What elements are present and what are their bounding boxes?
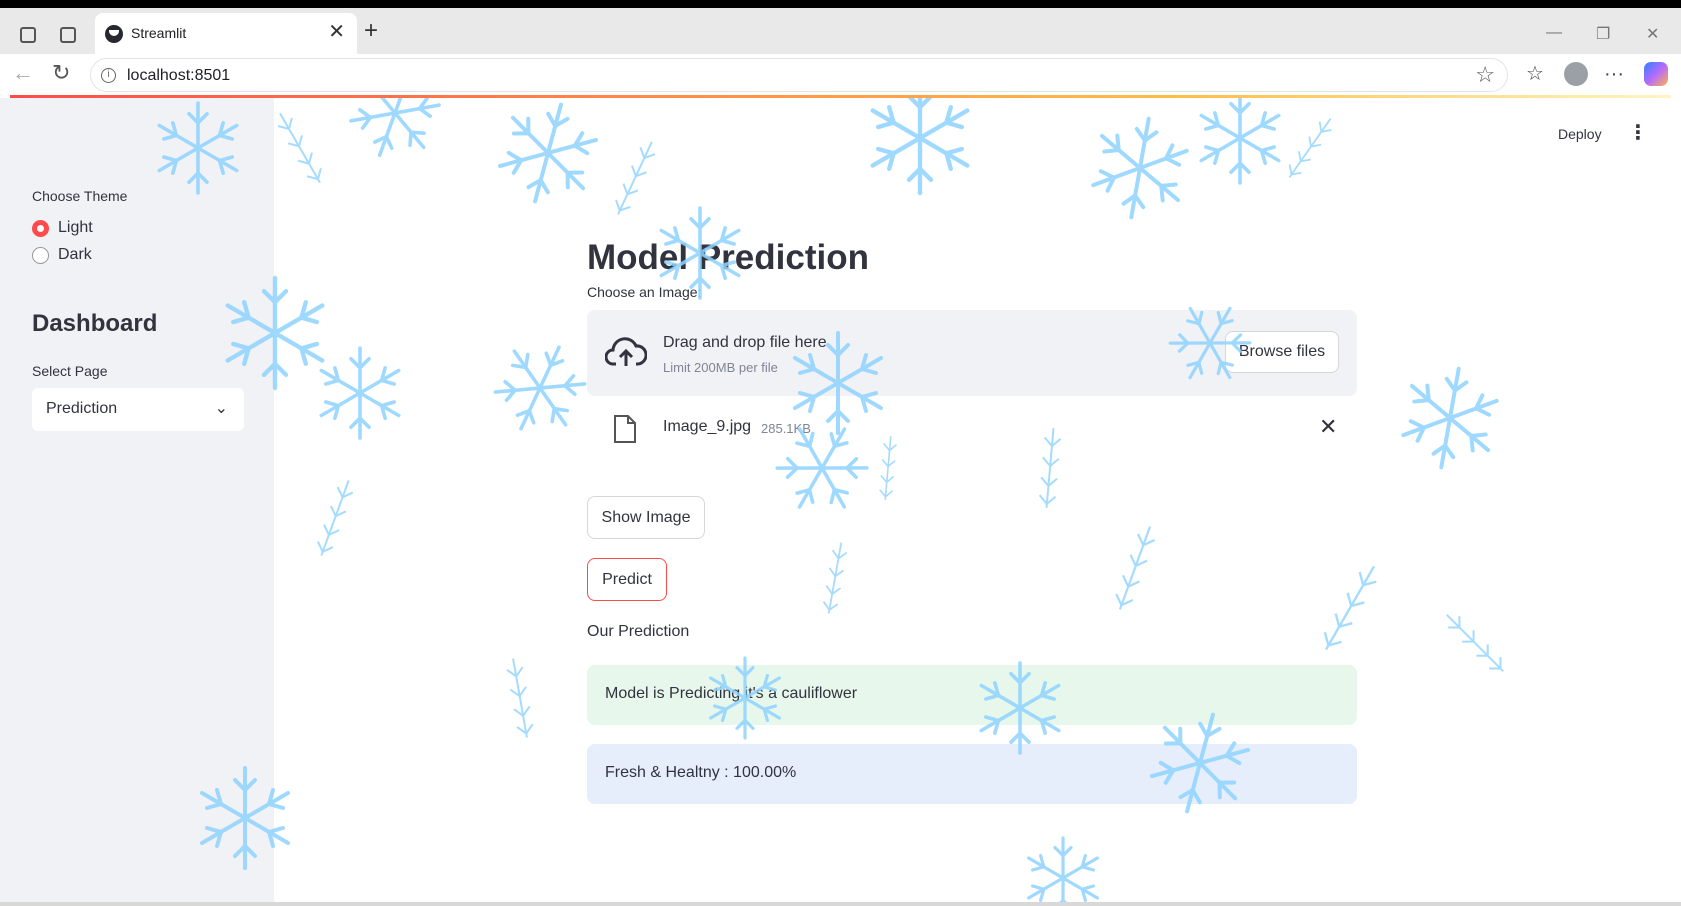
radio-dark-label[interactable]: Dark — [58, 246, 92, 264]
window-top-border — [0, 0, 1681, 8]
uploaded-file-row: Image_9.jpg 285.1KB ✕ — [587, 410, 1357, 450]
radio-light[interactable] — [32, 220, 49, 237]
radio-light-label[interactable]: Light — [58, 219, 93, 237]
more-menu-icon[interactable]: ··· — [1604, 64, 1624, 84]
profile-avatar[interactable] — [1564, 62, 1588, 86]
success-alert: Model is Predicting it's a cauliflower — [587, 665, 1357, 725]
show-image-button[interactable]: Show Image — [587, 496, 705, 539]
address-bar: ← ↻ i localhost:8501 ☆ ☆ ··· — [0, 54, 1681, 96]
chevron-down-icon: ⌄ — [214, 400, 228, 417]
sidebar-heading: Dashboard — [32, 310, 158, 337]
workspaces-icon[interactable] — [20, 27, 36, 43]
dropzone-instruction: Drag and drop file here — [663, 334, 827, 351]
url-field[interactable]: i localhost:8501 ☆ — [90, 58, 1508, 92]
back-icon[interactable]: ← — [12, 62, 34, 84]
info-alert: Fresh & Healtny : 100.00% — [587, 744, 1357, 804]
app-container: Choose Theme Light Dark Dashboard Select… — [0, 98, 1681, 906]
prediction-heading: Our Prediction — [587, 623, 690, 640]
uploader-label: Choose an Image: — [587, 284, 702, 300]
deploy-button[interactable]: Deploy — [1558, 126, 1602, 142]
dropzone-limit: Limit 200MB per file — [663, 360, 778, 375]
page-select-value: Prediction — [46, 400, 118, 417]
minimize-icon[interactable]: — — [1546, 24, 1562, 42]
browser-tab[interactable]: Streamlit ✕ — [95, 13, 357, 54]
page-title: Model Prediction — [587, 238, 869, 277]
favorites-icon[interactable]: ☆ — [1526, 64, 1544, 84]
window-bottom-border — [0, 902, 1681, 906]
sidebar: Choose Theme Light Dark Dashboard Select… — [0, 98, 274, 906]
file-icon — [614, 415, 636, 443]
vertical-tabs-icon[interactable] — [60, 27, 76, 43]
close-window-icon[interactable]: ✕ — [1646, 24, 1659, 44]
file-dropzone[interactable]: Drag and drop file here Limit 200MB per … — [587, 310, 1357, 396]
streamlit-favicon-icon — [105, 25, 123, 43]
page-select[interactable]: Prediction ⌄ — [32, 388, 244, 431]
predict-button[interactable]: Predict — [587, 558, 667, 601]
refresh-icon[interactable]: ↻ — [52, 62, 70, 84]
tab-title: Streamlit — [131, 25, 187, 41]
copilot-icon[interactable] — [1644, 62, 1668, 86]
browse-files-button[interactable]: Browse files — [1225, 331, 1339, 373]
theme-label: Choose Theme — [32, 188, 128, 204]
file-name: Image_9.jpg — [663, 418, 752, 435]
cloud-upload-icon — [605, 337, 647, 366]
file-size: 285.1KB — [761, 421, 811, 436]
tab-strip: Streamlit ✕ + — ❐ ✕ — [0, 8, 1681, 54]
radio-dark[interactable] — [32, 247, 49, 264]
success-alert-text: Model is Predicting it's a cauliflower — [605, 685, 858, 702]
new-tab-icon[interactable]: + — [364, 19, 378, 43]
info-alert-text: Fresh & Healtny : 100.00% — [605, 764, 797, 781]
main-menu-icon[interactable]: ⋮ — [1628, 120, 1648, 145]
site-info-icon[interactable]: i — [101, 68, 116, 83]
remove-file-icon[interactable]: ✕ — [1319, 416, 1337, 438]
favorite-star-icon[interactable]: ☆ — [1475, 62, 1495, 88]
select-page-label: Select Page — [32, 363, 108, 379]
url-text: localhost:8501 — [127, 67, 231, 84]
restore-icon[interactable]: ❐ — [1596, 24, 1610, 44]
close-tab-icon[interactable]: ✕ — [328, 22, 345, 42]
